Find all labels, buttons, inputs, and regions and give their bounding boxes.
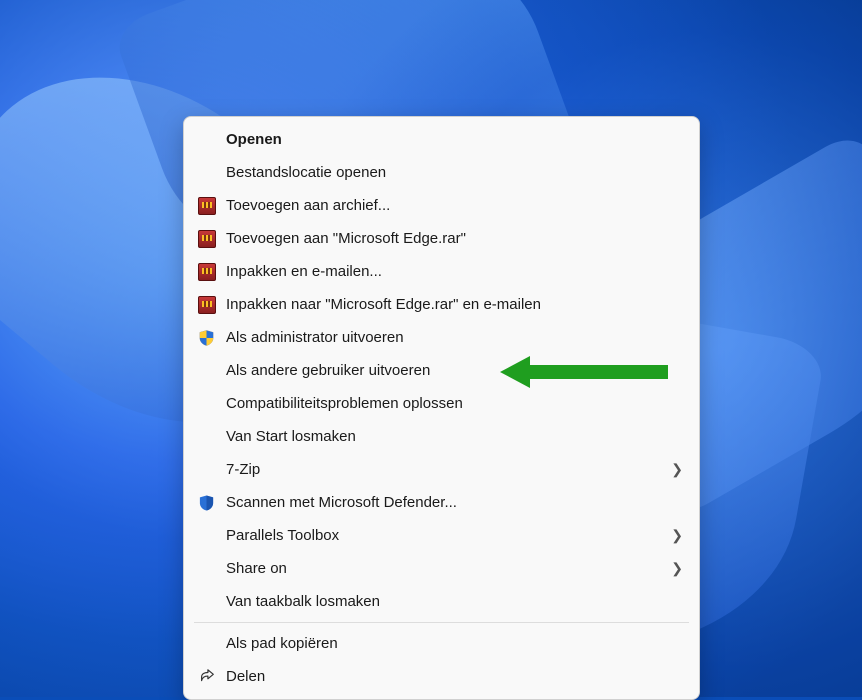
- menu-item-label: Inpakken en e-mailen...: [226, 263, 685, 280]
- winrar-icon: [198, 230, 226, 248]
- menu-item-unpin-from-start[interactable]: Van Start losmaken: [184, 420, 699, 453]
- menu-separator: [194, 622, 689, 623]
- menu-item-add-to-archive[interactable]: Toevoegen aan archief...: [184, 189, 699, 222]
- menu-item-add-to-named-rar[interactable]: Toevoegen aan "Microsoft Edge.rar": [184, 222, 699, 255]
- winrar-icon: [198, 296, 226, 314]
- chevron-right-icon: ❯: [671, 461, 685, 478]
- menu-item-compress-named-and-email[interactable]: Inpakken naar "Microsoft Edge.rar" en e-…: [184, 288, 699, 321]
- share-icon: [198, 668, 226, 686]
- menu-item-label: Parallels Toolbox: [226, 527, 671, 544]
- menu-item-troubleshoot-compatibility[interactable]: Compatibiliteitsproblemen oplossen: [184, 387, 699, 420]
- chevron-right-icon: ❯: [671, 560, 685, 577]
- menu-item-compress-and-email[interactable]: Inpakken en e-mailen...: [184, 255, 699, 288]
- defender-shield-icon: [198, 494, 226, 512]
- menu-item-run-as-different-user[interactable]: Als andere gebruiker uitvoeren: [184, 354, 699, 387]
- menu-item-open[interactable]: Openen: [184, 123, 699, 156]
- uac-shield-icon: [198, 329, 226, 347]
- menu-item-label: Van Start losmaken: [226, 428, 685, 445]
- menu-item-label: Als pad kopiëren: [226, 635, 685, 652]
- menu-item-label: Bestandslocatie openen: [226, 164, 685, 181]
- menu-item-label: Delen: [226, 668, 685, 685]
- menu-item-label: Inpakken naar "Microsoft Edge.rar" en e-…: [226, 296, 685, 313]
- menu-item-scan-with-defender[interactable]: Scannen met Microsoft Defender...: [184, 486, 699, 519]
- menu-item-unpin-from-taskbar[interactable]: Van taakbalk losmaken: [184, 585, 699, 618]
- menu-item-label: Scannen met Microsoft Defender...: [226, 494, 685, 511]
- menu-item-label: Toevoegen aan archief...: [226, 197, 685, 214]
- menu-item-parallels-toolbox[interactable]: Parallels Toolbox ❯: [184, 519, 699, 552]
- menu-item-copy-as-path[interactable]: Als pad kopiëren: [184, 627, 699, 660]
- context-menu: Openen Bestandslocatie openen Toevoegen …: [183, 116, 700, 700]
- menu-item-label: Als andere gebruiker uitvoeren: [226, 362, 685, 379]
- menu-item-label: Toevoegen aan "Microsoft Edge.rar": [226, 230, 685, 247]
- menu-item-label: Share on: [226, 560, 671, 577]
- menu-item-label: 7-Zip: [226, 461, 671, 478]
- chevron-right-icon: ❯: [671, 527, 685, 544]
- menu-item-label: Als administrator uitvoeren: [226, 329, 685, 346]
- menu-item-share-on[interactable]: Share on ❯: [184, 552, 699, 585]
- menu-item-label: Compatibiliteitsproblemen oplossen: [226, 395, 685, 412]
- menu-item-label: Van taakbalk losmaken: [226, 593, 685, 610]
- menu-item-7zip[interactable]: 7-Zip ❯: [184, 453, 699, 486]
- winrar-icon: [198, 197, 226, 215]
- menu-item-run-as-administrator[interactable]: Als administrator uitvoeren: [184, 321, 699, 354]
- winrar-icon: [198, 263, 226, 281]
- menu-item-label: Openen: [226, 131, 685, 148]
- menu-item-open-file-location[interactable]: Bestandslocatie openen: [184, 156, 699, 189]
- menu-item-share[interactable]: Delen: [184, 660, 699, 693]
